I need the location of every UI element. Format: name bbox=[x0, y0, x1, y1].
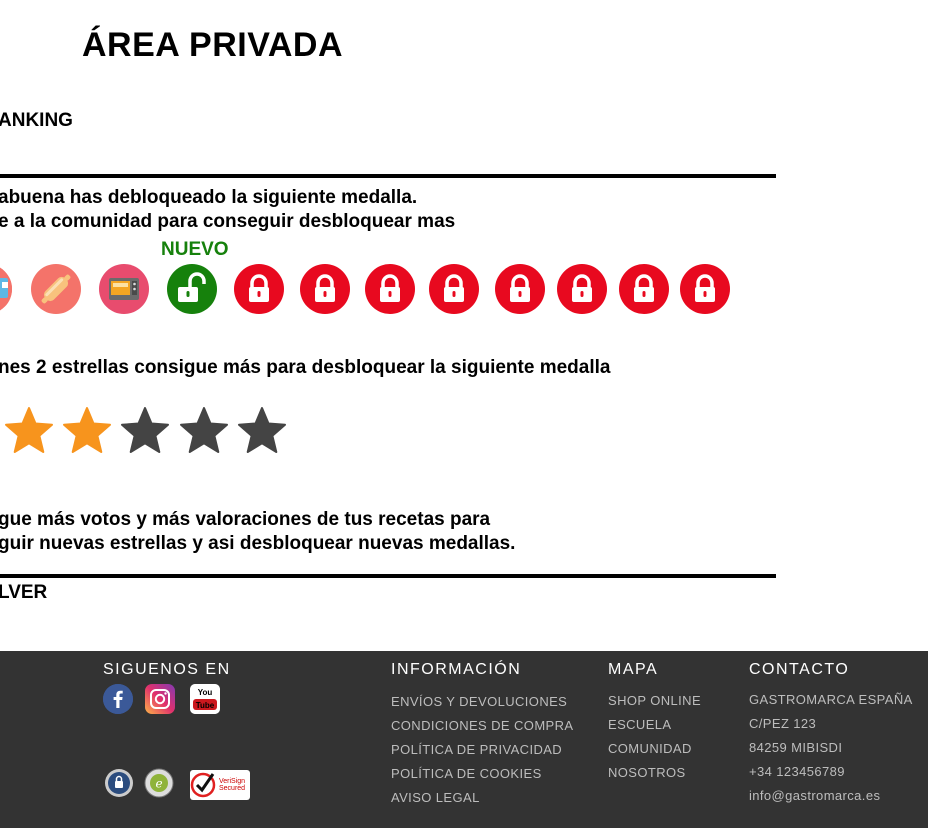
star-filled-icon bbox=[4, 406, 54, 461]
padlock-icon[interactable] bbox=[365, 264, 415, 314]
verisign-label: VeriSign Secured bbox=[219, 778, 246, 792]
footer-link-condiciones[interactable]: CONDICIONES DE COMPRA bbox=[391, 718, 573, 733]
padlock-icon[interactable] bbox=[234, 264, 284, 314]
youtube-label: You Tube bbox=[195, 688, 215, 710]
contact-address: C/PEZ 123 bbox=[749, 716, 817, 731]
trusted-seal-icon: e bbox=[144, 768, 174, 803]
youtube-icon[interactable]: You Tube bbox=[190, 684, 220, 714]
contact-email[interactable]: info@gastromarca.es bbox=[749, 788, 880, 803]
padlock-icon[interactable] bbox=[300, 264, 350, 314]
star-empty-icon bbox=[120, 406, 170, 461]
star-filled-icon bbox=[62, 406, 112, 461]
divider-top bbox=[0, 174, 776, 178]
back-link[interactable]: LVER bbox=[0, 582, 47, 604]
footer-info-heading: INFORMACIÓN bbox=[391, 661, 522, 678]
footer-link-envios[interactable]: ENVÍOS Y DEVOLUCIONES bbox=[391, 694, 567, 709]
footer-link-shop[interactable]: SHOP ONLINE bbox=[608, 693, 701, 708]
padlock-icon[interactable] bbox=[495, 264, 545, 314]
contact-company: GASTROMARCA ESPAÑA bbox=[749, 692, 913, 707]
facebook-icon[interactable] bbox=[103, 684, 133, 714]
unlocked-padlock-icon[interactable] bbox=[167, 264, 217, 314]
padlock-icon[interactable] bbox=[557, 264, 607, 314]
oven-icon[interactable] bbox=[99, 264, 149, 314]
page-title: ÁREA PRIVADA bbox=[82, 26, 344, 64]
medal-message-line1: abuena has debloqueado la siguiente meda… bbox=[0, 187, 418, 208]
contact-phone[interactable]: +34 123456789 bbox=[749, 764, 845, 779]
contact-postcode: 84259 MIBISDI bbox=[749, 740, 843, 755]
rolling-pin-icon[interactable] bbox=[31, 264, 81, 314]
medal-partial-icon[interactable] bbox=[0, 264, 12, 314]
verisign-secured-icon: VeriSign Secured bbox=[190, 770, 250, 800]
footer-link-privacidad[interactable]: POLÍTICA DE PRIVACIDAD bbox=[391, 742, 562, 757]
footer-contact-heading: CONTACTO bbox=[749, 661, 850, 678]
votes-message-line1: gue más votos y más valoraciones de tus … bbox=[0, 509, 491, 530]
footer-link-aviso-legal[interactable]: AVISO LEGAL bbox=[391, 790, 480, 805]
secure-seal-icon bbox=[104, 768, 134, 803]
footer-link-cookies[interactable]: POLÍTICA DE COOKIES bbox=[391, 766, 542, 781]
star-empty-icon bbox=[179, 406, 229, 461]
footer-follow-heading: SIGUENOS EN bbox=[103, 661, 231, 678]
footer-link-comunidad[interactable]: COMUNIDAD bbox=[608, 741, 692, 756]
footer-link-nosotros[interactable]: NOSOTROS bbox=[608, 765, 686, 780]
instagram-icon[interactable] bbox=[145, 684, 175, 714]
padlock-icon[interactable] bbox=[619, 264, 669, 314]
stars-message: nes 2 estrellas consigue más para desblo… bbox=[0, 357, 611, 378]
svg-text:e: e bbox=[155, 777, 162, 791]
padlock-icon[interactable] bbox=[429, 264, 479, 314]
ranking-link[interactable]: ANKING bbox=[0, 110, 73, 132]
new-medal-label: NUEVO bbox=[161, 239, 229, 260]
star-empty-icon bbox=[237, 406, 287, 461]
footer-link-escuela[interactable]: ESCUELA bbox=[608, 717, 672, 732]
votes-message-line2: guir nuevas estrellas y asi desbloquear … bbox=[0, 533, 516, 554]
medal-message-line2: e a la comunidad para conseguir desbloqu… bbox=[0, 211, 456, 232]
divider-bottom bbox=[0, 574, 776, 578]
padlock-icon[interactable] bbox=[680, 264, 730, 314]
footer-map-heading: MAPA bbox=[608, 661, 659, 678]
